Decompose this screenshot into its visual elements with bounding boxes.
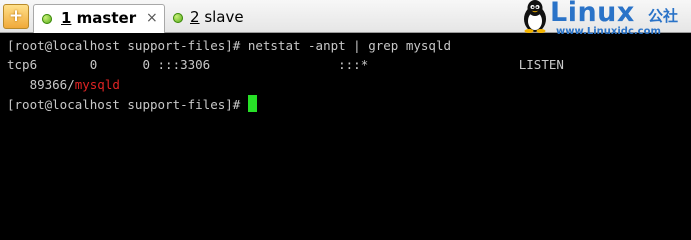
cursor [247,95,257,112]
tab-label: 2 slave [190,8,244,26]
terminal-pane[interactable]: [root@localhost support-files]# netstat … [0,34,691,184]
status-dot-icon [42,14,52,24]
plus-icon: + [8,6,24,26]
process-name: mysqld [74,77,120,92]
terminal-prompt: [root@localhost support-files]# [7,95,257,114]
new-tab-button[interactable]: + [3,4,29,29]
penguin-icon [524,0,546,33]
tab-bar: + 1 master × 2 slave Linux 公社 www.Linuxi… [0,0,691,37]
tab-slave[interactable]: 2 slave [168,4,288,33]
logo-wordmark: Linux [550,0,635,28]
tab-label: 1 master [61,9,137,27]
logo-cn: 公社 [648,7,679,25]
close-icon[interactable]: × [146,5,158,32]
terminal-line: tcp6 0 0 :::3306 :::* LISTEN [7,57,564,72]
terminal-line: 89366/mysqld [7,77,120,92]
linux-logo: Linux 公社 www.Linuxidc.com [520,0,691,37]
status-dot-icon [173,13,183,23]
terminal-bottom [0,184,691,207]
terminal-line: [root@localhost support-files]# netstat … [7,38,452,53]
tab-master[interactable]: 1 master × [33,4,165,33]
